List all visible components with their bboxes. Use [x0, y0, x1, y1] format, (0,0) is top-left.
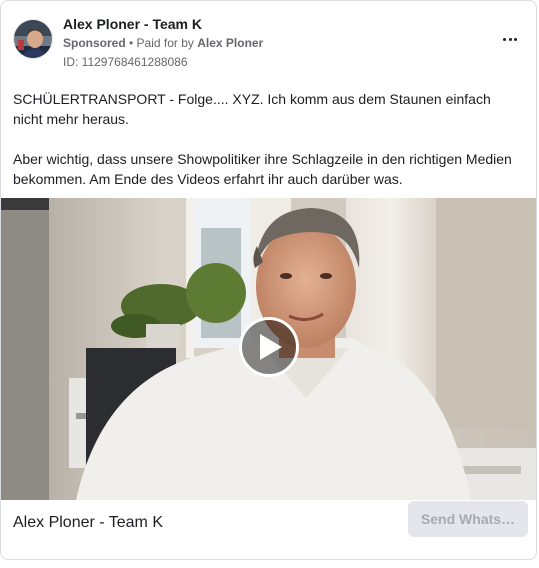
ad-footer: Alex Ploner - Team K Send Whats… [1, 500, 536, 559]
more-options-button[interactable] [498, 29, 522, 49]
ad-header: Alex Ploner - Team K Sponsored • Paid fo… [13, 13, 524, 73]
page-name-link[interactable]: Alex Ploner - Team K [63, 15, 263, 33]
ad-video[interactable] [1, 198, 536, 500]
ad-body-text: SCHÜLERTRANSPORT - Folge.... XYZ. Ich ko… [13, 89, 519, 189]
sponsored-label: Sponsored [63, 36, 126, 50]
paid-for-by-name: Alex Ploner [197, 36, 264, 50]
page-avatar[interactable] [13, 19, 53, 59]
ad-card: Alex Ploner - Team K Sponsored • Paid fo… [0, 0, 537, 560]
footer-page-name[interactable]: Alex Ploner - Team K [13, 513, 163, 533]
sponsored-line: Sponsored • Paid for by Alex Ploner [63, 34, 263, 52]
more-horizontal-icon [502, 37, 518, 41]
play-icon [260, 334, 282, 360]
play-button[interactable] [239, 317, 299, 377]
meta-separator: • [125, 36, 137, 50]
paid-for-by-prefix: Paid for by [136, 36, 198, 50]
body-paragraph-1: SCHÜLERTRANSPORT - Folge.... XYZ. Ich ko… [13, 91, 491, 127]
header-text: Alex Ploner - Team K Sponsored • Paid fo… [63, 15, 263, 71]
avatar-image [14, 20, 52, 58]
send-whatsapp-button[interactable]: Send Whats… [408, 501, 528, 537]
body-paragraph-2: Aber wichtig, dass unsere Showpolitiker … [13, 151, 512, 187]
ad-id: ID: 1129768461288086 [63, 55, 188, 69]
